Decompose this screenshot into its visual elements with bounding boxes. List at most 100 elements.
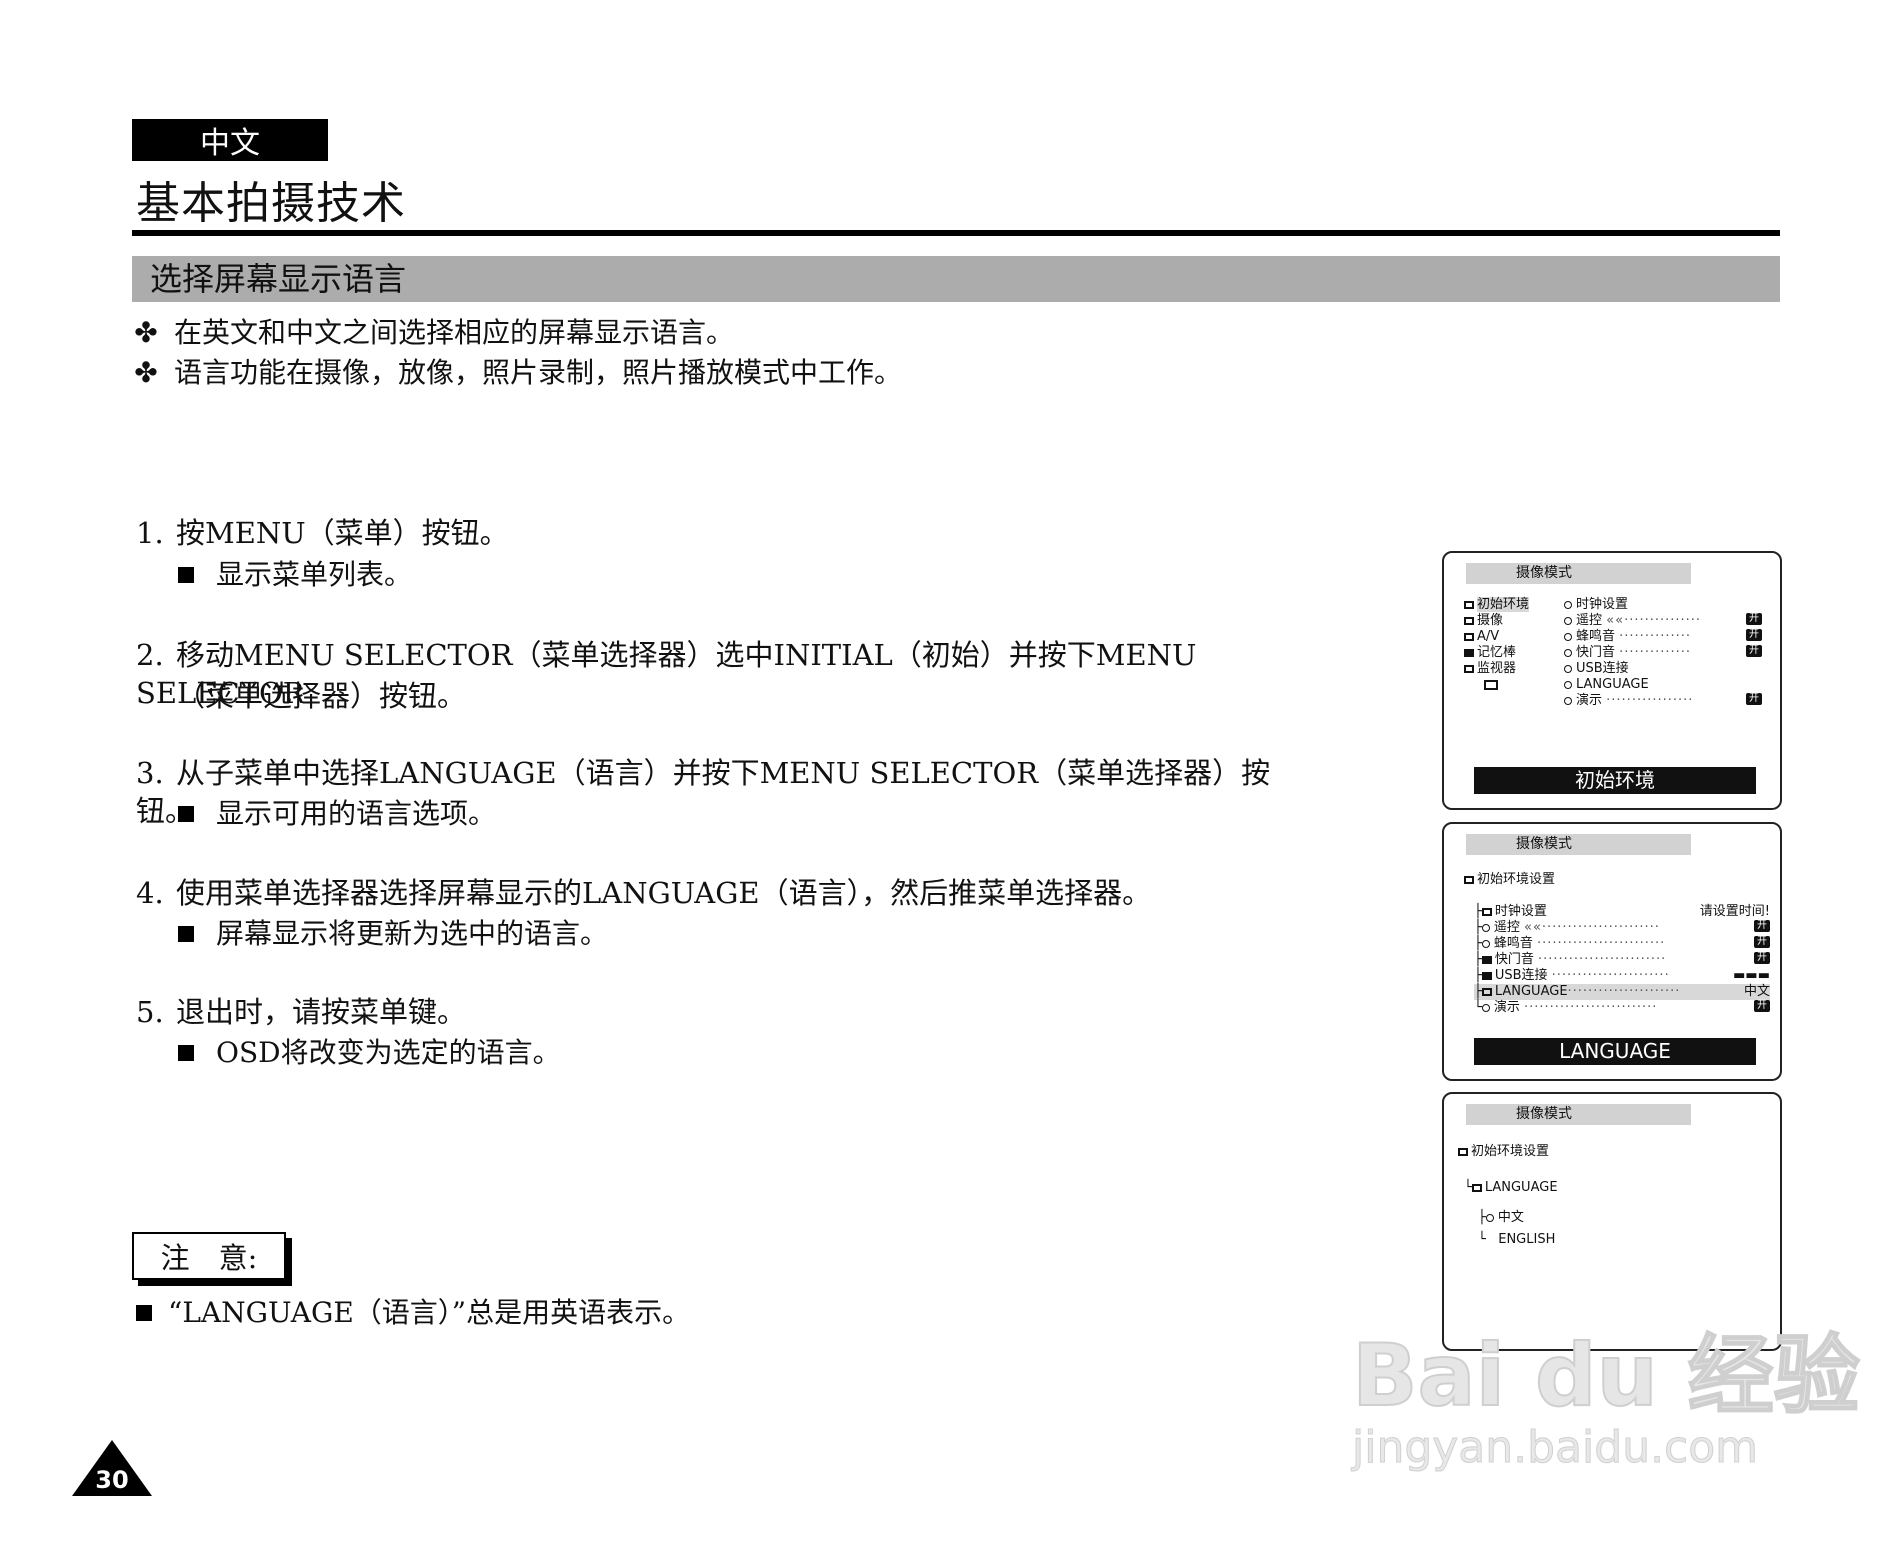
radio-icon — [1481, 1003, 1490, 1012]
screen-icon — [1484, 679, 1498, 690]
step-result-text: 屏幕显示将更新为选中的语言。 — [216, 917, 609, 950]
section-title: 选择屏幕显示语言 — [150, 260, 407, 298]
step-text: 使用菜单选择器选择屏幕显示的LANGUAGE（语言），然后推菜单选择器。 — [176, 876, 1152, 910]
monitor-sub-icon — [1484, 677, 1501, 693]
submenu-beep: 蜂鸣音 ·············· 开 — [1564, 629, 1762, 645]
screen-caption: 初始环境 — [1474, 767, 1756, 794]
setting-beep: ├ 蜂鸣音 ························· 开 — [1474, 936, 1770, 952]
shutter-icon — [1481, 955, 1492, 964]
folder-icon — [1481, 987, 1492, 996]
step-number: 3. — [136, 756, 164, 790]
language-option-chinese: ├ 中文 — [1478, 1210, 1524, 1225]
square-bullet-icon — [136, 1305, 152, 1321]
radio-icon — [1564, 648, 1572, 657]
step-text-continued: （菜单选择器）按钮。 — [176, 679, 467, 713]
menu-item-memory-stick: 记忆棒 — [1464, 645, 1516, 661]
submenu-clock: 时钟设置 — [1564, 597, 1628, 613]
step-5: 5. 退出时，请按菜单键。 — [136, 993, 1316, 1031]
settings-heading: 初始环境设置 — [1458, 1144, 1549, 1160]
folder-icon — [1464, 600, 1474, 609]
step-5-result: OSD将改变为选定的语言。 — [178, 1035, 561, 1071]
step-result-text: 显示可用的语言选项。 — [216, 797, 497, 830]
submenu-usb: USB连接 — [1564, 661, 1629, 677]
submenu-remote: 遥控 ««··············· 开 — [1564, 613, 1762, 629]
screen-mode-title: 摄像模式 — [1466, 834, 1691, 855]
clover-icon: ✤ — [134, 356, 158, 389]
setting-language: ├ LANGUAGE······················ 中文 — [1474, 984, 1770, 1000]
radio-icon — [1485, 1213, 1494, 1222]
intro-item: ✤ 语言功能在摄像，放像，照片录制，照片播放模式中工作。 — [132, 355, 902, 391]
watermark-url: jingyan.baidu.com — [1352, 1422, 1759, 1474]
note-text: “LANGUAGE（语言）”总是用英语表示。 — [168, 1296, 691, 1329]
step-4-result: 屏幕显示将更新为选中的语言。 — [178, 916, 608, 952]
folder-icon — [1464, 875, 1474, 884]
menu-screen-language: 摄像模式 初始环境设置 └ LANGUAGE ├ 中文 └ ENGLISH — [1442, 1092, 1782, 1351]
square-bullet-icon — [178, 567, 194, 583]
folder-icon — [1481, 907, 1492, 916]
submenu-shutter: 快门音 ·············· 开 — [1564, 645, 1762, 661]
setting-shutter: ├ 快门音 ························· 开 — [1474, 952, 1770, 968]
title-divider — [132, 230, 1780, 236]
page-number-badge: 30 — [72, 1440, 152, 1496]
step-number: 2. — [136, 638, 164, 672]
page-title: 基本拍摄技术 — [136, 178, 406, 229]
menu-screen-initial: 摄像模式 初始环境 摄像 A/V 记忆棒 监视器 时钟设置 遥控 ««·····… — [1442, 551, 1782, 810]
radio-icon — [1481, 939, 1490, 948]
submenu-demo: 演示 ················· 开 — [1564, 693, 1762, 709]
square-bullet-icon — [178, 806, 194, 822]
usb-icon — [1481, 971, 1492, 980]
language-option-english: └ ENGLISH — [1478, 1232, 1556, 1247]
step-text: 按MENU（菜单）按钮。 — [176, 516, 509, 550]
folder-icon — [1464, 616, 1474, 625]
language-tab: 中文 — [132, 119, 328, 161]
menu-item-camera: 摄像 — [1464, 613, 1503, 629]
step-1: 1. 按MENU（菜单）按钮。 — [136, 514, 1316, 552]
folder-icon — [1471, 1183, 1482, 1192]
note-label: 注 意: — [132, 1232, 286, 1280]
folder-icon — [1464, 632, 1474, 641]
step-3-result: 显示可用的语言选项。 — [178, 796, 496, 832]
submenu-language: LANGUAGE — [1564, 677, 1649, 693]
radio-icon — [1564, 600, 1572, 609]
radio-icon — [1564, 664, 1572, 673]
screen-mode-title: 摄像模式 — [1466, 1104, 1691, 1125]
setting-remote: ├ 遥控 ««······················· 开 — [1474, 920, 1770, 936]
radio-icon — [1564, 616, 1572, 625]
radio-icon — [1564, 696, 1572, 705]
intro-text: 在英文和中文之间选择相应的屏幕显示语言。 — [174, 316, 735, 349]
step-number: 5. — [136, 995, 164, 1029]
step-number: 1. — [136, 516, 164, 550]
folder-icon — [1458, 1147, 1468, 1156]
memory-stick-icon — [1464, 648, 1474, 657]
step-number: 4. — [136, 876, 164, 910]
clover-icon: ✤ — [134, 316, 158, 349]
intro-text: 语言功能在摄像，放像，照片录制，照片播放模式中工作。 — [174, 356, 903, 389]
screen-caption: LANGUAGE — [1474, 1038, 1756, 1065]
setting-demo: └ 演示 ·························· 开 — [1474, 1000, 1770, 1016]
setting-usb: ├ USB连接 ······················· ▬▬▬ — [1474, 968, 1770, 983]
step-2-continued: （菜单选择器）按钮。 — [136, 677, 1316, 715]
square-bullet-icon — [178, 1045, 194, 1061]
step-result-text: 显示菜单列表。 — [216, 558, 413, 591]
watermark-logo: Bai du 经验 — [1351, 1326, 1861, 1426]
watermark: Bai du 经验 jingyan.baidu.com — [1351, 1326, 1861, 1474]
radio-icon — [1481, 923, 1490, 932]
settings-heading: 初始环境设置 — [1464, 872, 1555, 888]
step-result-text: OSD将改变为选定的语言。 — [216, 1036, 561, 1069]
menu-item-initial: 初始环境 — [1464, 597, 1530, 613]
radio-icon — [1564, 680, 1572, 689]
menu-item-av: A/V — [1464, 629, 1499, 645]
step-1-result: 显示菜单列表。 — [178, 557, 412, 593]
step-4: 4. 使用菜单选择器选择屏幕显示的LANGUAGE（语言），然后推菜单选择器。 — [136, 874, 1316, 912]
folder-icon — [1464, 664, 1474, 673]
language-heading: └ LANGUAGE — [1464, 1180, 1558, 1195]
page-number: 30 — [95, 1466, 128, 1494]
intro-item: ✤ 在英文和中文之间选择相应的屏幕显示语言。 — [132, 315, 734, 351]
screen-mode-title: 摄像模式 — [1466, 563, 1691, 584]
menu-screen-settings: 摄像模式 初始环境设置 ├ 时钟设置 请设置时间! ├ 遥控 ««··········… — [1442, 822, 1782, 1081]
step-text: 退出时，请按菜单键。 — [176, 995, 467, 1029]
menu-item-monitor: 监视器 — [1464, 661, 1516, 677]
square-bullet-icon — [178, 926, 194, 942]
setting-clock: ├ 时钟设置 请设置时间! — [1474, 904, 1770, 919]
radio-icon — [1564, 632, 1572, 641]
